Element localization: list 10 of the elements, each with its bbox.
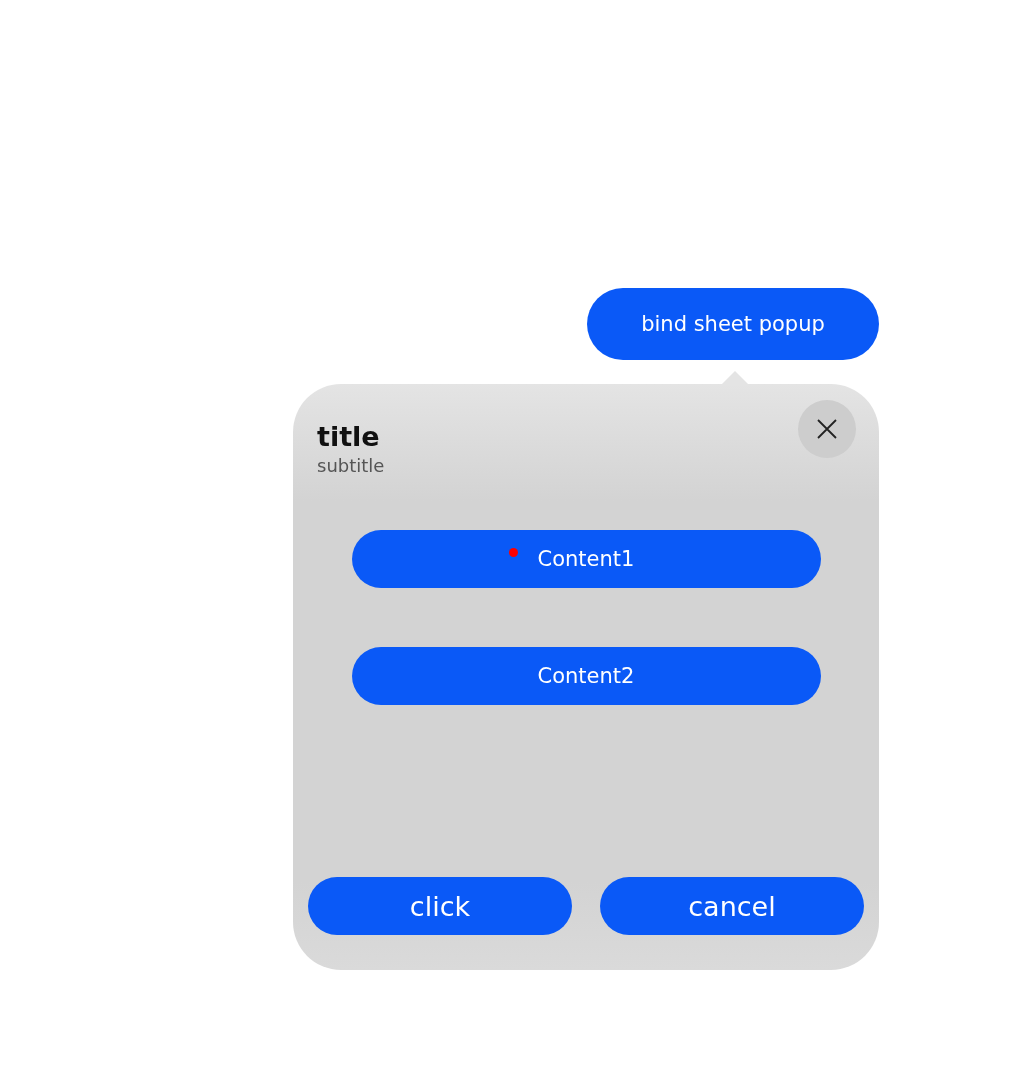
popup-button[interactable]: bind sheet popup: [587, 288, 879, 360]
sheet-subtitle: subtitle: [317, 454, 385, 478]
popup-arrow: [721, 371, 749, 385]
footer-button[interactable]: cancel: [600, 877, 864, 935]
footer-button[interactable]: click: [308, 877, 572, 935]
touch-dot-icon: [508, 548, 518, 557]
close-icon: [817, 419, 837, 439]
content-button[interactable]: Content2: [351, 647, 821, 705]
sheet-title: title: [317, 420, 381, 454]
content-button[interactable]: Content1: [351, 530, 821, 588]
